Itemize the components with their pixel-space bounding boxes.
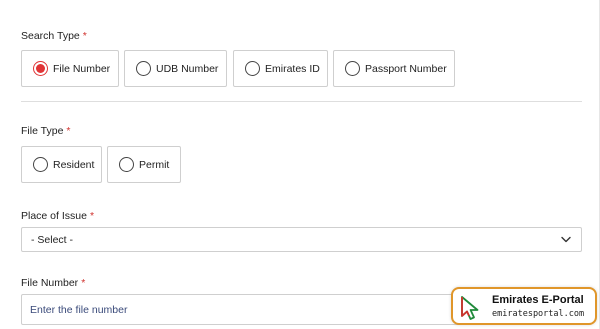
- radio-label-file-number: File Number: [53, 62, 111, 75]
- radio-udb-number[interactable]: UDB Number: [124, 50, 227, 87]
- radio-button[interactable]: [136, 61, 151, 76]
- required-mark: *: [81, 277, 86, 289]
- radio-resident[interactable]: Resident: [21, 146, 102, 183]
- required-mark: *: [66, 125, 71, 137]
- radio-label-passport-number: Passport Number: [365, 62, 447, 75]
- place-of-issue-selected-value: - Select -: [31, 233, 74, 246]
- cursor-arrow-icon: [461, 296, 479, 320]
- radio-button[interactable]: [245, 61, 260, 76]
- place-of-issue-label: Place of Issue *: [21, 210, 94, 222]
- required-mark: *: [89, 210, 95, 222]
- place-of-issue-label-text: Place of Issue: [21, 210, 87, 222]
- emirates-eportal-watermark: Emirates E-Portal emiratesportal.com: [451, 287, 597, 325]
- radio-button[interactable]: [345, 61, 360, 76]
- file-type-label-text: File Type: [21, 125, 64, 137]
- file-type-label: File Type *: [21, 125, 71, 137]
- required-mark: *: [82, 30, 87, 42]
- search-type-label: Search Type *: [21, 30, 87, 42]
- radio-file-number[interactable]: File Number: [21, 50, 119, 87]
- section-divider: [21, 101, 582, 102]
- search-form-panel: Search Type * File Number UDB Number Emir…: [0, 0, 600, 329]
- radio-button[interactable]: [33, 157, 48, 172]
- place-of-issue-select[interactable]: - Select -: [21, 227, 582, 252]
- radio-button[interactable]: [119, 157, 134, 172]
- radio-permit[interactable]: Permit: [107, 146, 181, 183]
- radio-emirates-id[interactable]: Emirates ID: [233, 50, 328, 87]
- file-number-label: File Number *: [21, 277, 85, 289]
- search-type-label-text: Search Type: [21, 30, 80, 42]
- file-number-label-text: File Number: [21, 277, 79, 289]
- radio-passport-number[interactable]: Passport Number: [333, 50, 455, 87]
- radio-button-selected[interactable]: [33, 61, 48, 76]
- chevron-down-icon[interactable]: [561, 236, 571, 243]
- radio-label-resident: Resident: [53, 158, 95, 171]
- radio-label-udb-number: UDB Number: [156, 62, 219, 75]
- watermark-title: Emirates E-Portal: [492, 294, 584, 306]
- radio-label-permit: Permit: [139, 158, 170, 171]
- radio-label-emirates-id: Emirates ID: [265, 62, 320, 75]
- watermark-subtitle: emiratesportal.com: [492, 309, 585, 319]
